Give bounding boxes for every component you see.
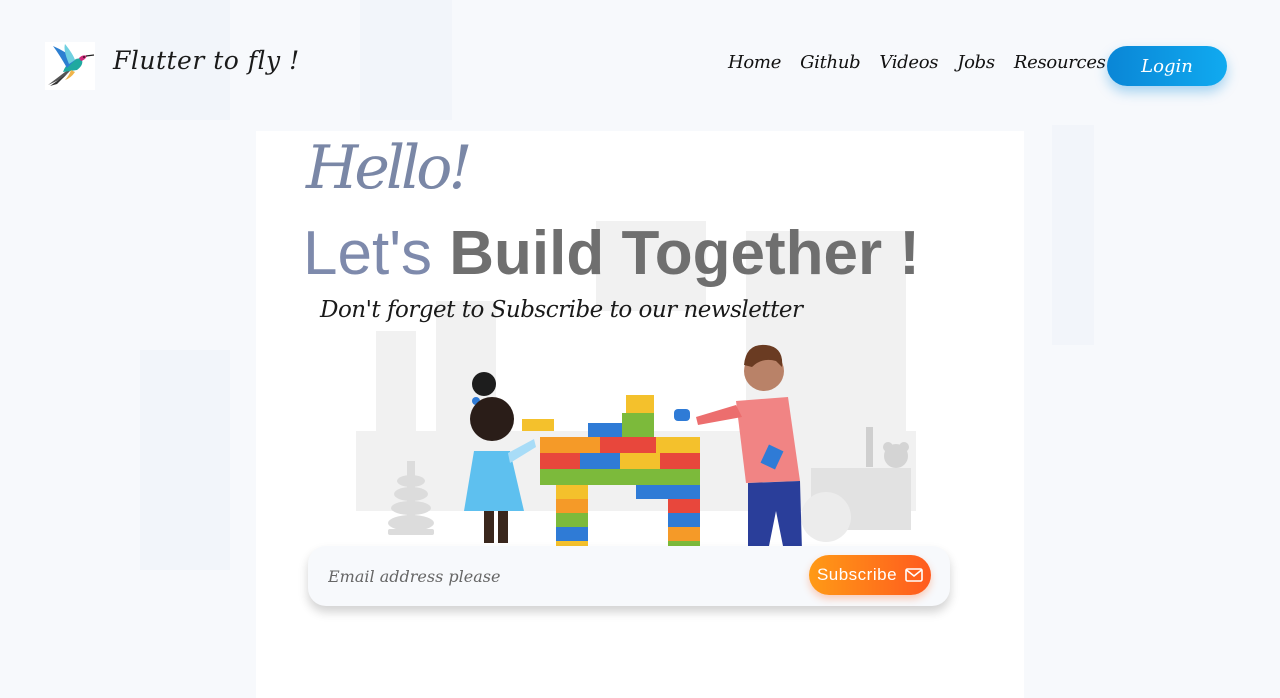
login-button[interactable]: Login [1107,46,1227,86]
nav-home-link[interactable]: Home [728,52,781,73]
logo[interactable] [45,42,95,90]
nav-jobs-link[interactable]: Jobs [957,52,995,73]
subscribe-button[interactable]: Subscribe [809,555,931,595]
subscribe-form: Subscribe [308,546,950,606]
subscribe-button-label: Subscribe [816,565,898,584]
background-block [140,350,230,570]
nav-resources-link[interactable]: Resources [1014,52,1106,73]
mail-icon [905,568,923,582]
email-input[interactable] [326,560,790,592]
hummingbird-logo-icon [45,42,95,90]
nav-videos-link[interactable]: Videos [879,52,938,73]
hello-greeting: Hello! [306,133,472,203]
newsletter-tagline: Don't forget to Subscribe to our newslet… [320,297,803,323]
brand-title[interactable]: Flutter to fly ! [113,46,300,75]
background-block [360,0,452,120]
hero-section: Hello! Let's Build Together ! Don't forg… [256,131,1024,698]
headline-light: Let's [303,219,433,288]
headline-bold: Build Together ! [449,219,920,288]
nav-github-link[interactable]: Github [800,52,861,73]
page: Flutter to fly ! Home Github Videos Jobs… [0,0,1280,698]
background-block [1052,125,1094,345]
hero-headline: Let's Build Together ! [303,218,920,289]
main-nav: Home Github Videos Jobs Resources [728,52,1106,73]
